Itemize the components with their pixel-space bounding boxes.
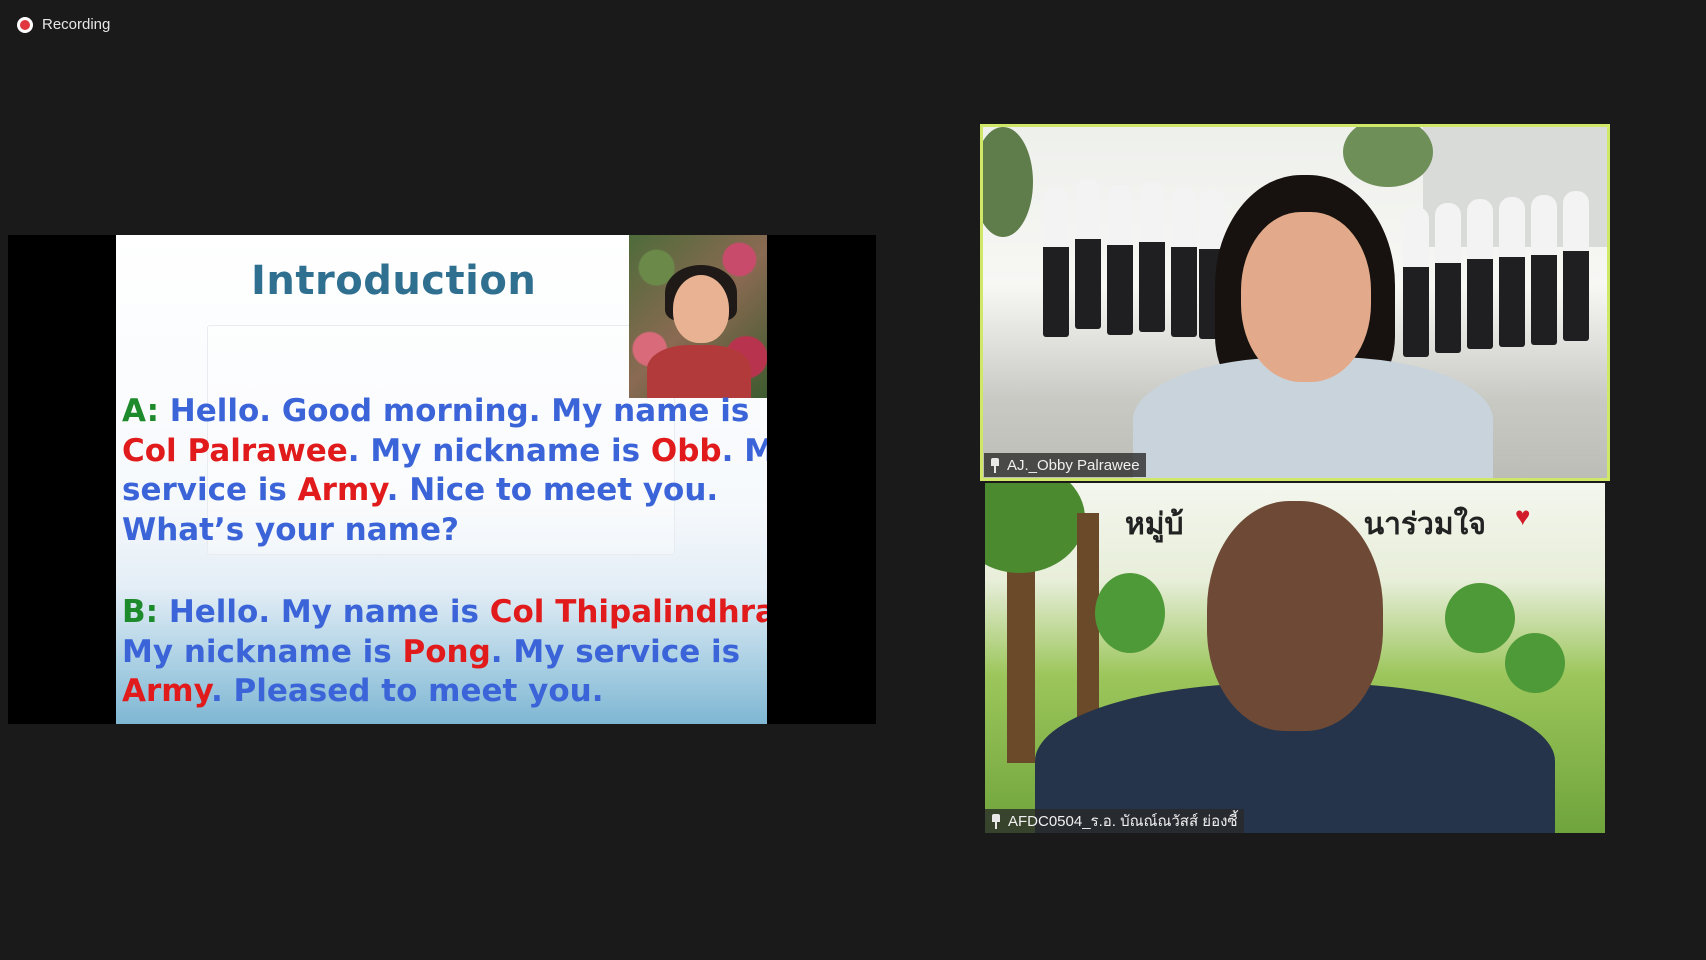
participant-name: AFDC0504_ร.อ. บัณณ์ณวัสส์ ย่องซี้ [1008, 813, 1238, 830]
pin-icon [990, 813, 1002, 829]
slide-text-run: My nickname is [122, 633, 403, 670]
slide-text-run: Hello. Good morning. My name is [158, 393, 750, 429]
slide-text-run: Army [297, 472, 387, 508]
slide-text-run: . My nickname is [347, 432, 651, 469]
recording-label: Recording [42, 16, 111, 33]
presenter-photo [629, 235, 767, 398]
slide-text-run: . My [721, 432, 767, 469]
presentation-slide: Introduction A: Hello. Good morning. My … [116, 235, 767, 724]
slide-text-run: What’s your name? [122, 511, 459, 548]
slide-text-run: Hello. My name is [158, 594, 490, 630]
recording-icon [17, 16, 33, 33]
video-tile-participant[interactable]: หมู่บ้ นาร่วมใจ ♥ AFDC0504_ร.อ. บัณณ์ณวัส… [985, 483, 1605, 833]
slide-text-run: Col Palrawee [122, 432, 348, 469]
participant-name: AJ._Obby Palrawee [1007, 456, 1140, 474]
heart-icon: ♥ [1515, 501, 1531, 531]
slide-text-run: . Pleased to meet you. [210, 673, 604, 709]
participant-nameplate: AJ._Obby Palrawee [984, 453, 1146, 477]
slide-text-run: Army [122, 673, 211, 709]
pin-icon [989, 457, 1001, 473]
video-tile-active-speaker[interactable]: AJ._Obby Palrawee [980, 124, 1610, 481]
participant-nameplate: AFDC0504_ร.อ. บัณณ์ณวัสส์ ย่องซี้ [985, 809, 1244, 833]
dialogue-a: A: Hello. Good morning. My name is Col Pa… [122, 392, 767, 550]
slide-text-run: Pong [402, 633, 491, 670]
slide-text-run: service is [122, 472, 298, 508]
dialogue-b: B: Hello. My name is Col Thipalindhra.My… [122, 593, 767, 712]
slide-text-run: Obb [650, 432, 722, 469]
slide-text-run: . Nice to meet you. [386, 472, 719, 508]
slide-title: Introduction [251, 258, 537, 304]
recording-indicator[interactable]: Recording [17, 16, 110, 33]
slide-text-run: A: [122, 393, 159, 429]
slide-text-run: . My service is [490, 633, 741, 670]
screen-share[interactable]: Introduction A: Hello. Good morning. My … [8, 235, 876, 724]
slide-text-run: Col Thipalindhra [489, 594, 767, 630]
slide-text-run: B: [122, 594, 159, 630]
